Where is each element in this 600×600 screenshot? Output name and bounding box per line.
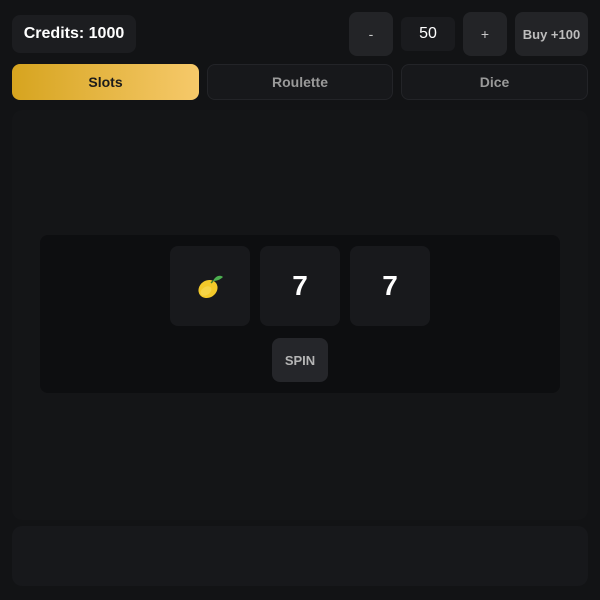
- increase-bet-button[interactable]: +: [463, 12, 507, 56]
- tab-dice[interactable]: Dice: [401, 64, 588, 100]
- slot-reel-2: 7: [260, 246, 340, 326]
- slot-reel-3: 7: [350, 246, 430, 326]
- slot-reel-1: [170, 246, 250, 326]
- buy-credits-button[interactable]: Buy +100: [515, 12, 588, 56]
- spin-button[interactable]: SPIN: [272, 338, 328, 382]
- decrease-bet-button[interactable]: -: [349, 12, 393, 56]
- bet-amount: 50: [401, 17, 455, 51]
- lemon-icon: [198, 275, 223, 299]
- bottom-panel: [12, 526, 588, 586]
- credits-display: Credits: 1000: [12, 15, 136, 53]
- casino-app: Credits: 1000 - 50 + Buy +100 Slots Roul…: [0, 0, 600, 600]
- tab-slots[interactable]: Slots: [12, 64, 199, 100]
- tab-roulette[interactable]: Roulette: [207, 64, 393, 100]
